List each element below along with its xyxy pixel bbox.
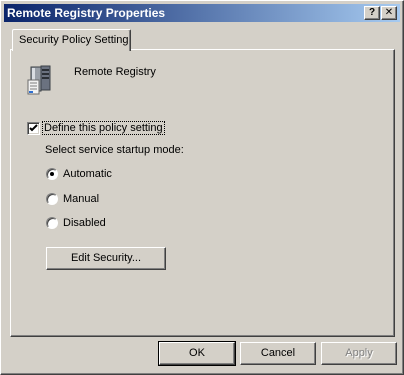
help-icon: ?	[368, 7, 376, 18]
apply-button[interactable]: Apply	[321, 342, 397, 365]
edit-security-button[interactable]: Edit Security...	[46, 247, 166, 270]
properties-dialog: Remote Registry Properties ? ✕ Security …	[0, 0, 404, 375]
startup-mode-label: Select service startup mode:	[45, 144, 184, 156]
radio-manual-label[interactable]: Manual	[63, 193, 99, 205]
radio-automatic[interactable]	[46, 168, 58, 180]
title-bar[interactable]: Remote Registry Properties ? ✕	[4, 4, 400, 22]
tab-security-policy-setting[interactable]: Security Policy Setting	[12, 29, 131, 51]
define-policy-checkbox[interactable]	[27, 122, 40, 135]
radio-automatic-label[interactable]: Automatic	[63, 168, 112, 180]
tab-label: Security Policy Setting	[19, 34, 129, 46]
tab-panel: Remote Registry Define this policy setti…	[10, 49, 395, 337]
radio-manual[interactable]	[46, 193, 58, 205]
ok-button[interactable]: OK	[158, 341, 236, 366]
server-icon	[27, 65, 51, 95]
window-title: Remote Registry Properties	[7, 6, 166, 20]
define-policy-label[interactable]: Define this policy setting	[42, 121, 165, 135]
close-button[interactable]: ✕	[381, 6, 397, 20]
service-name: Remote Registry	[74, 66, 156, 78]
close-icon: ✕	[384, 7, 394, 18]
check-icon	[29, 124, 38, 132]
radio-disabled-label[interactable]: Disabled	[63, 217, 106, 229]
radio-disabled[interactable]	[46, 217, 58, 229]
help-button[interactable]: ?	[364, 6, 380, 20]
cancel-button[interactable]: Cancel	[240, 342, 316, 365]
